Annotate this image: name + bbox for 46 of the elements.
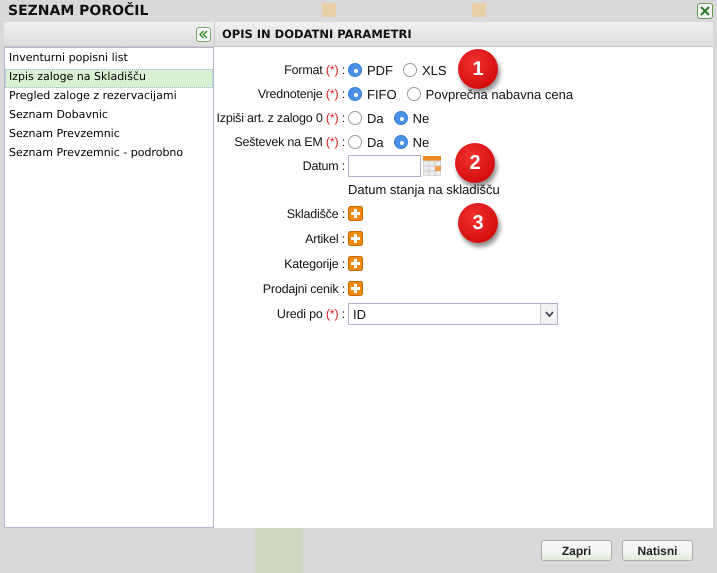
- date-field[interactable]: [348, 154, 421, 176]
- field-label: Izpiši art. z zalogo 0 (*) :: [216, 111, 345, 125]
- field-label: Artikel :: [304, 232, 345, 246]
- radio-option[interactable]: PDF: [348, 62, 393, 78]
- dialog-title: SEZNAM POROČIL: [8, 3, 148, 19]
- field-label: Format (*) :: [283, 63, 345, 77]
- callout-badge: 2: [455, 143, 495, 183]
- field-label: Kategorije :: [283, 256, 345, 270]
- radio-option[interactable]: Povprečna nabavna cena: [406, 86, 574, 102]
- field-label: Vrednotenje (*) :: [256, 87, 345, 101]
- radio-option[interactable]: Da: [348, 134, 384, 150]
- field-hint: Datum stanja na skladišču: [348, 182, 500, 196]
- dialog-button[interactable]: Zapri: [541, 540, 612, 561]
- field-label: Seštevek na EM (*) :: [233, 135, 345, 149]
- background-plus-icon: [322, 3, 336, 17]
- report-list-item[interactable]: Seznam Dobavnic: [5, 107, 213, 126]
- panel-title: OPIS IN DODATNI PARAMETRI: [222, 27, 412, 41]
- radio-option[interactable]: FIFO: [348, 86, 397, 102]
- report-list-item[interactable]: Seznam Prevzemnic: [5, 126, 213, 145]
- collapse-button[interactable]: [196, 26, 211, 42]
- field-label: Datum :: [302, 158, 345, 172]
- radio-option[interactable]: Ne: [394, 110, 430, 126]
- field-label: Prodajni cenik :: [262, 282, 345, 296]
- add-icon[interactable]: [348, 256, 363, 271]
- double-chevron-icon: [199, 30, 208, 38]
- calendar-icon[interactable]: [423, 156, 441, 176]
- field-label: Skladišče :: [286, 206, 345, 220]
- add-icon[interactable]: [348, 231, 363, 246]
- report-list-item[interactable]: Izpis zaloge na Skladišču: [5, 69, 213, 88]
- field-label: Uredi po (*) :: [276, 307, 345, 321]
- close-button[interactable]: [697, 3, 713, 19]
- background-bar: [255, 528, 303, 573]
- callout-badge: 1: [458, 49, 498, 89]
- background-plus-icon: [472, 3, 486, 17]
- caret-icon: [544, 311, 554, 317]
- radio-option[interactable]: Da: [348, 110, 384, 126]
- callout-badge: 3: [458, 203, 498, 243]
- add-icon[interactable]: [348, 206, 363, 221]
- add-icon[interactable]: [348, 281, 363, 296]
- report-list-item[interactable]: Pregled zaloge z rezervacijami: [5, 88, 213, 107]
- radio-option[interactable]: XLS: [403, 62, 447, 78]
- report-list-item[interactable]: Seznam Prevzemnic - podrobno: [5, 145, 213, 164]
- radio-option[interactable]: Ne: [394, 134, 430, 150]
- sort-select[interactable]: ID: [348, 303, 558, 325]
- dialog-button[interactable]: Natisni: [622, 540, 693, 561]
- report-list-item[interactable]: Inventurni popisni list: [5, 50, 213, 69]
